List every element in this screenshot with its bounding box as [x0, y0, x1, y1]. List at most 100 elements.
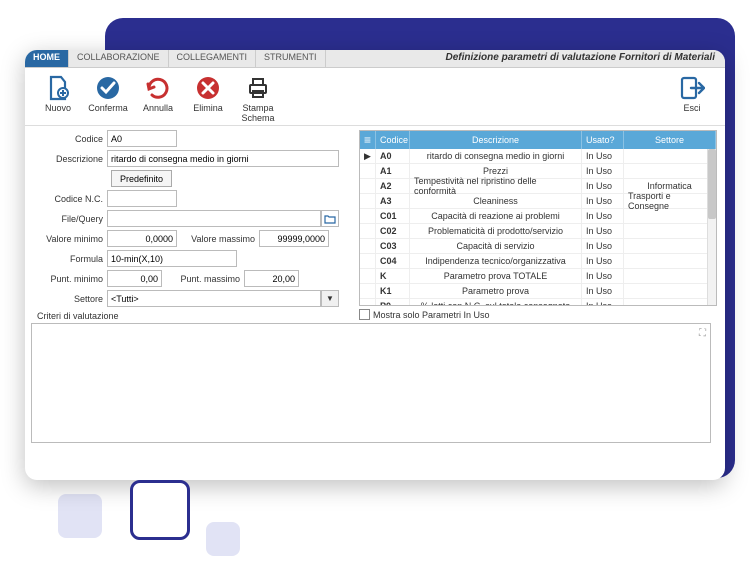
valore-minimo-label: Valore minimo: [33, 234, 107, 244]
new-document-icon: [44, 74, 72, 102]
cell-descrizione: Tempestività nel ripristino delle confor…: [410, 179, 582, 193]
valore-massimo-input[interactable]: [259, 230, 329, 247]
grid-header-codice[interactable]: Codice: [376, 131, 410, 149]
tab-strumenti[interactable]: STRUMENTI: [256, 50, 326, 67]
cell-usato: In Uso: [582, 254, 624, 268]
grid-header-usato[interactable]: Usato?: [582, 131, 624, 149]
mostra-solo-in-uso-label: Mostra solo Parametri In Uso: [373, 310, 490, 320]
row-marker: [360, 254, 376, 268]
codice-nc-input[interactable]: [107, 190, 177, 207]
table-row[interactable]: C02Problematicità di prodotto/servizioIn…: [360, 224, 716, 239]
grid-header-settore[interactable]: Settore: [624, 131, 716, 149]
grid-header: ≡ Codice Descrizione Usato? Settore: [360, 131, 716, 149]
conferma-button[interactable]: Conferma: [83, 74, 133, 114]
cell-descrizione: % lotti con N.C. sul totale consegnato: [410, 299, 582, 305]
cell-descrizione: ritardo di consegna medio in giorni: [410, 149, 582, 163]
grid-header-descrizione[interactable]: Descrizione: [410, 131, 582, 149]
table-row[interactable]: ▶A0ritardo di consegna medio in giorniIn…: [360, 149, 716, 164]
cell-descrizione: Capacità di servizio: [410, 239, 582, 253]
punt-massimo-input[interactable]: [244, 270, 299, 287]
table-row[interactable]: C04Indipendenza tecnico/organizzativaIn …: [360, 254, 716, 269]
grid-body[interactable]: ▶A0ritardo di consegna medio in giorniIn…: [360, 149, 716, 305]
table-row[interactable]: KParametro prova TOTALEIn Uso: [360, 269, 716, 284]
filter-row: Mostra solo Parametri In Uso: [359, 309, 717, 320]
cell-usato: In Uso: [582, 164, 624, 178]
annulla-button[interactable]: Annulla: [133, 74, 183, 114]
table-row[interactable]: C03Capacità di servizioIn Uso: [360, 239, 716, 254]
cell-usato: In Uso: [582, 269, 624, 283]
criteri-textarea[interactable]: ⛶: [31, 323, 711, 443]
exit-icon: [678, 74, 706, 102]
codice-nc-label: Codice N.C.: [33, 194, 107, 204]
app-window: HOME COLLABORAZIONE COLLEGAMENTI STRUMEN…: [25, 50, 725, 480]
punt-minimo-input[interactable]: [107, 270, 162, 287]
table-row[interactable]: K1Parametro provaIn Uso: [360, 284, 716, 299]
cell-codice: A1: [376, 164, 410, 178]
row-marker: [360, 194, 376, 208]
esci-button[interactable]: Esci: [667, 74, 717, 114]
grid-menu-icon[interactable]: ≡: [360, 131, 376, 149]
row-marker: [360, 299, 376, 305]
mostra-solo-in-uso-checkbox[interactable]: [359, 309, 370, 320]
decorative-square-2: [130, 480, 190, 540]
settore-label: Settore: [33, 294, 107, 304]
cell-descrizione: Indipendenza tecnico/organizzativa: [410, 254, 582, 268]
cell-descrizione: Capacità di reazione ai problemi: [410, 209, 582, 223]
elimina-button[interactable]: Elimina: [183, 74, 233, 114]
file-query-browse-button[interactable]: [321, 210, 339, 227]
cell-settore: [624, 209, 716, 223]
predefinito-button[interactable]: Predefinito: [111, 170, 172, 187]
settore-input[interactable]: [107, 290, 321, 307]
cell-codice: C04: [376, 254, 410, 268]
grid-scroll-thumb[interactable]: [708, 149, 716, 219]
row-marker: [360, 209, 376, 223]
grid-scrollbar[interactable]: [707, 149, 716, 305]
cell-settore: [624, 284, 716, 298]
settore-dropdown-button[interactable]: ▼: [321, 290, 339, 307]
formula-input[interactable]: [107, 250, 237, 267]
cell-settore: Trasporti e Consegne: [624, 194, 716, 208]
cell-codice: C01: [376, 209, 410, 223]
cell-codice: C02: [376, 224, 410, 238]
cell-settore: [624, 149, 716, 163]
valore-massimo-label: Valore massimo: [177, 234, 259, 244]
delete-icon: [194, 74, 222, 102]
folder-icon: [324, 214, 336, 224]
stampa-schema-button[interactable]: Stampa Schema: [233, 74, 283, 124]
file-query-input[interactable]: [107, 210, 321, 227]
decorative-square-1: [58, 494, 102, 538]
valore-minimo-input[interactable]: [107, 230, 177, 247]
tab-collaborazione[interactable]: COLLABORAZIONE: [69, 50, 169, 67]
cell-codice: K1: [376, 284, 410, 298]
descrizione-input[interactable]: [107, 150, 339, 167]
tab-collegamenti[interactable]: COLLEGAMENTI: [169, 50, 257, 67]
nuovo-button[interactable]: Nuovo: [33, 74, 83, 114]
form-panel: Codice Descrizione Predefinito Codice N.…: [33, 130, 353, 472]
esci-label: Esci: [683, 104, 700, 114]
cell-usato: In Uso: [582, 284, 624, 298]
expand-icon[interactable]: ⛶: [699, 328, 706, 339]
body-area: Codice Descrizione Predefinito Codice N.…: [25, 126, 725, 480]
cell-usato: In Uso: [582, 224, 624, 238]
nuovo-label: Nuovo: [45, 104, 71, 114]
confirm-check-icon: [94, 74, 122, 102]
cell-usato: In Uso: [582, 299, 624, 305]
punt-massimo-label: Punt. massimo: [162, 274, 244, 284]
table-row[interactable]: A3CleaninessIn UsoTrasporti e Consegne: [360, 194, 716, 209]
row-marker: [360, 164, 376, 178]
table-row[interactable]: C01Capacità di reazione ai problemiIn Us…: [360, 209, 716, 224]
cell-descrizione: Problematicità di prodotto/servizio: [410, 224, 582, 238]
row-marker: [360, 179, 376, 193]
toolbar: Nuovo Conferma Annulla Elimina Stampa Sc…: [25, 68, 725, 126]
cell-usato: In Uso: [582, 149, 624, 163]
file-query-label: File/Query: [33, 214, 107, 224]
chevron-down-icon: ▼: [326, 294, 334, 303]
print-icon: [244, 74, 272, 102]
tab-home[interactable]: HOME: [25, 50, 69, 67]
codice-input[interactable]: [107, 130, 177, 147]
parameters-grid: ≡ Codice Descrizione Usato? Settore ▶A0r…: [359, 130, 717, 306]
row-marker: ▶: [360, 149, 376, 163]
table-row[interactable]: P0% lotti con N.C. sul totale consegnato…: [360, 299, 716, 305]
cell-codice: C03: [376, 239, 410, 253]
row-marker: [360, 284, 376, 298]
